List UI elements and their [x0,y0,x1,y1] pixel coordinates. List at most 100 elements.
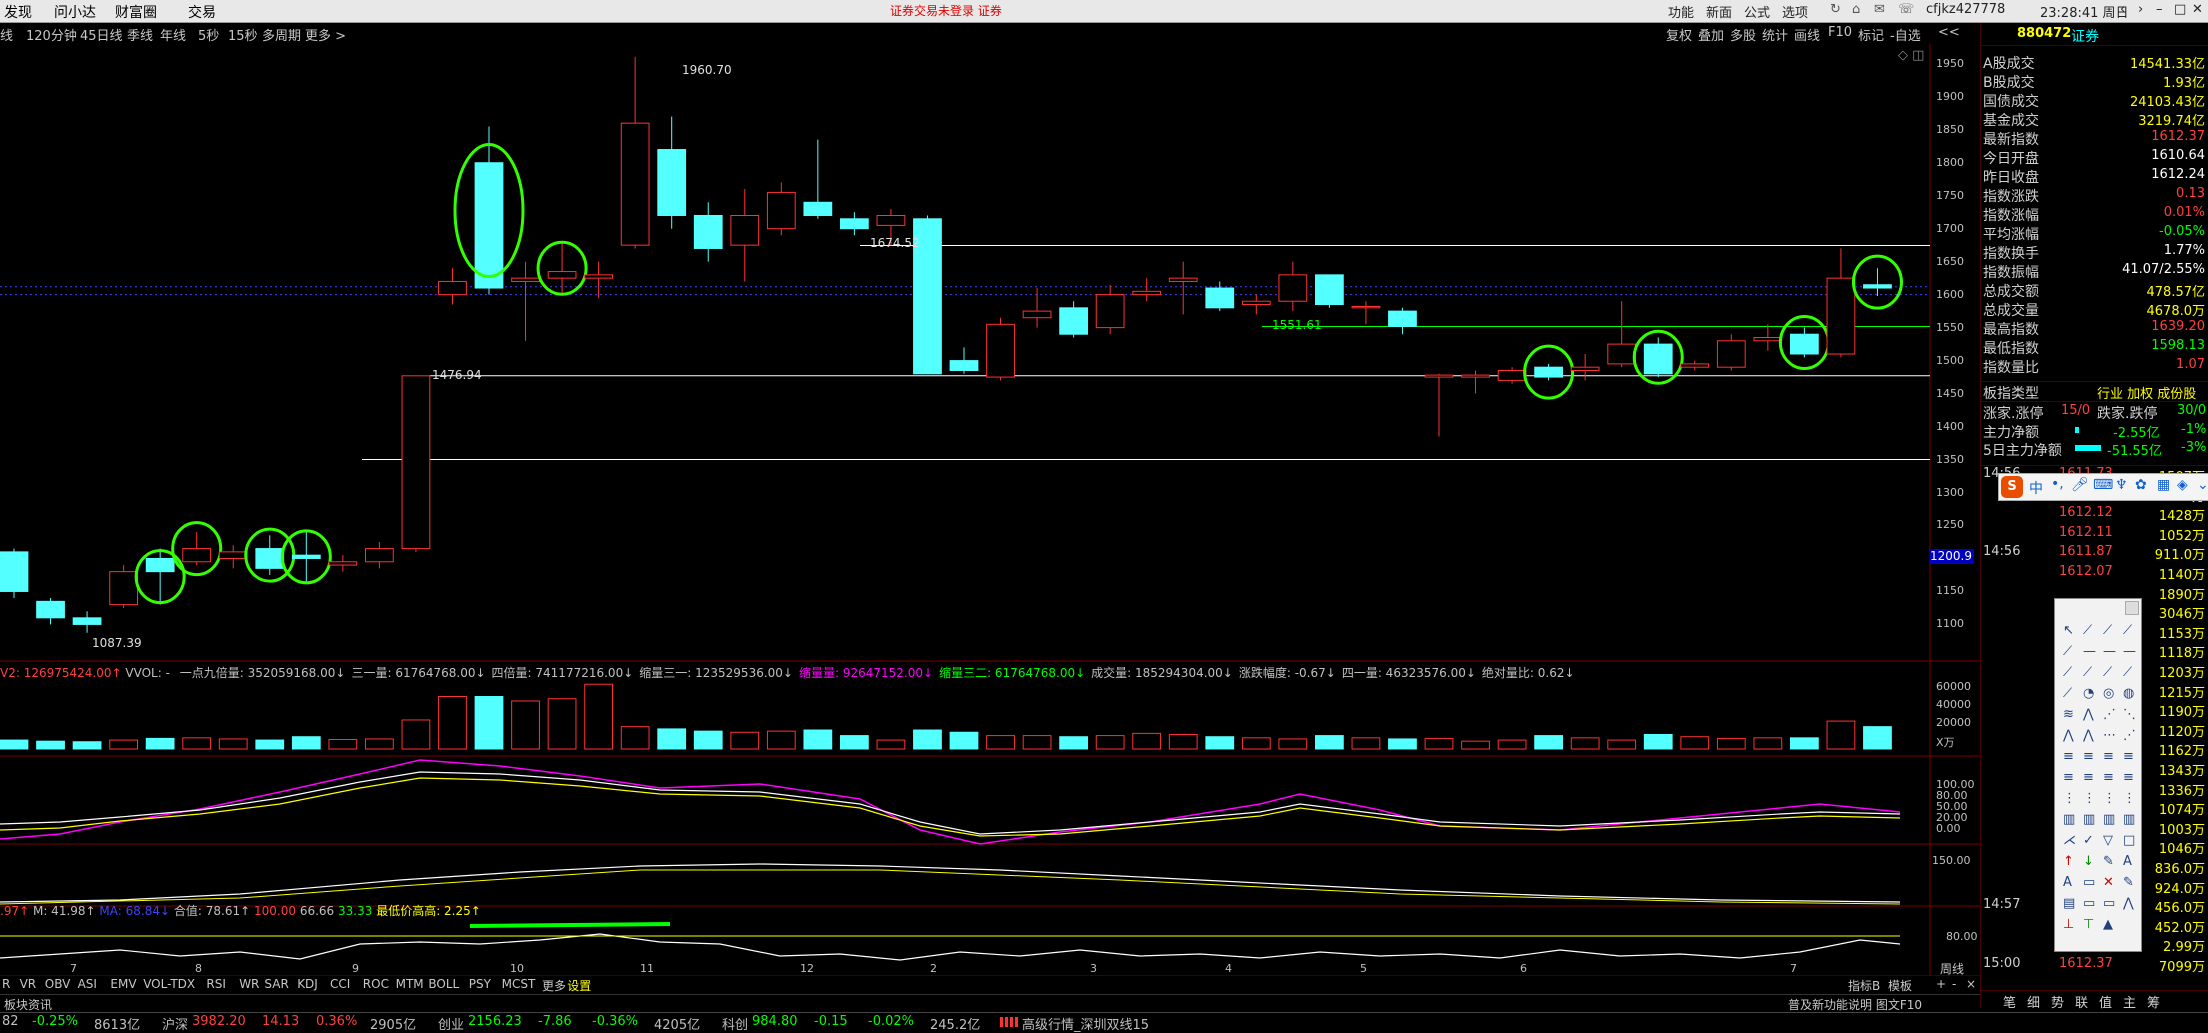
period-tab[interactable]: 多周期 [262,25,301,44]
period-tab[interactable]: 5秒 [198,25,219,44]
indicator-tab[interactable]: CCI [330,977,350,991]
drawing-tool-icon[interactable]: ≡ [2123,749,2134,764]
ime-punct-icon[interactable]: •, [2051,476,2064,492]
drawing-tool-icon[interactable]: ⟋ [2103,623,2112,638]
tool-draw-line[interactable]: 画线 [1794,25,1820,44]
indicator-tab[interactable]: OBV [45,977,71,991]
drawing-tool-icon[interactable]: ⟋ [2063,644,2072,659]
tool-overlay[interactable]: 叠加 [1698,25,1724,44]
panel-tab[interactable]: 筹 [2147,992,2160,1011]
status-item[interactable]: 高级行情_深圳双线15 [1022,1014,1149,1033]
drawing-tool-icon[interactable]: ▽ [2103,833,2113,848]
indicator-tab[interactable]: VOL-TDX [143,977,195,991]
drawing-tool-icon[interactable]: ≡ [2103,770,2114,785]
back-icon[interactable]: ‹ [2120,2,2125,17]
minimize-icon[interactable]: – [2156,2,2163,17]
user-id[interactable]: cfjkz427778 [1926,2,2005,17]
drawing-tool-icon[interactable]: ⊥ [2063,917,2074,932]
drawing-tool-icon[interactable]: ↖ [2063,623,2074,638]
drawing-tool-icon[interactable]: ⋰ [2103,707,2116,722]
add-tab-button[interactable]: + [1936,977,1946,991]
drawing-tool-icon[interactable]: ⋮ [2063,791,2076,806]
drawing-tool-icon[interactable]: ▭ [2103,896,2115,911]
palette-close-icon[interactable] [2125,601,2139,615]
indicator-tab[interactable]: R [2,977,10,991]
drawing-tool-icon[interactable]: ⟋ [2123,665,2132,680]
week-label[interactable]: 周线 [1940,960,1964,977]
drawing-tool-icon[interactable]: ▤ [2063,896,2075,911]
period-tab[interactable]: 年线 [160,25,186,44]
tool-statistics[interactable]: 统计 [1762,25,1788,44]
refresh-icon[interactable]: ↻ [1830,2,1841,17]
drawing-tool-icon[interactable]: ⋮ [2083,791,2096,806]
drawing-tool-icon[interactable]: ▥ [2123,812,2135,827]
drawing-tool-icon[interactable]: ⋮ [2103,791,2116,806]
mail-icon[interactable]: ✉ [1874,2,1885,17]
menu-ask[interactable]: 问小达 [54,2,96,22]
menu-formula[interactable]: 公式 [1744,2,1770,21]
indicator-tab[interactable]: ROC [363,977,389,991]
tool-self-select[interactable]: -自选 [1890,25,1921,44]
drawing-tool-icon[interactable]: ⊤ [2083,917,2094,932]
new-feature-link[interactable]: 普及新功能说明 图文F10 [1788,996,1922,1013]
tool-collapse[interactable]: << [1938,25,1960,40]
drawing-tool-icon[interactable]: — [2103,644,2116,659]
drawing-tool-icon[interactable]: ≡ [2083,770,2094,785]
ime-mode-icon[interactable]: 中 [2029,478,2043,498]
close-icon[interactable]: ✕ [2192,2,2203,17]
panel-tab[interactable]: 联 [2075,992,2088,1011]
drawing-tool-icon[interactable]: ⋀ [2063,728,2074,743]
drawing-tool-icon[interactable]: ✓ [2083,833,2094,848]
drawing-tool-icon[interactable]: A [2123,854,2132,869]
chart-area[interactable] [0,44,1980,976]
drawing-tool-icon[interactable]: ⋀ [2123,896,2134,911]
drawing-tool-icon[interactable]: ≡ [2063,749,2074,764]
menu-discover[interactable]: 发现 [4,2,32,22]
drawing-tool-icon[interactable]: ⟋ [2103,665,2112,680]
indicator-tab[interactable]: MTM [396,977,424,991]
period-more[interactable]: 更多 > [305,25,346,44]
phone-icon[interactable]: ☏ [1898,2,1914,17]
sector-news-tab[interactable]: 板块资讯 [4,996,52,1013]
drawing-tool-icon[interactable]: ⟋ [2063,665,2072,680]
indicator-b-tab[interactable]: 指标B [1848,977,1880,994]
panel-tab[interactable]: 势 [2051,992,2064,1011]
ime-mic-icon[interactable]: 🎤︎ [2071,477,2089,493]
drawing-tool-icon[interactable]: ⋀ [2083,707,2094,722]
drawing-tool-icon[interactable]: ▲ [2103,917,2113,932]
drawing-tool-icon[interactable]: ▭ [2083,896,2095,911]
drawing-tool-icon[interactable]: ⋰ [2123,728,2136,743]
drawing-tool-icon[interactable]: ▭ [2083,875,2095,890]
maximize-icon[interactable]: □ [2174,2,2186,17]
drawing-tool-icon[interactable]: ≋ [2063,707,2074,722]
drawing-tool-icon[interactable]: ≡ [2063,770,2074,785]
period-tab[interactable]: 45日线 [80,25,123,44]
chart-config-icon[interactable]: ◇ ◫ [1898,48,1924,63]
period-tab[interactable]: 120分钟 [26,25,77,44]
drawing-tool-icon[interactable]: — [2123,644,2136,659]
indicator-tab[interactable]: VR [20,977,37,991]
period-tab[interactable]: 线 [0,25,13,44]
indicator-tab[interactable]: ASI [78,977,97,991]
drawing-tool-icon[interactable]: ▥ [2103,812,2115,827]
template-tab[interactable]: 模板 [1888,977,1912,994]
tool-restore-rights[interactable]: 复权 [1666,25,1692,44]
drawing-tool-icon[interactable]: — [2083,644,2096,659]
panel-tab[interactable]: 值 [2099,992,2112,1011]
drawing-tool-icon[interactable]: ≡ [2123,770,2134,785]
menu-trade[interactable]: 交易 [188,2,216,22]
drawing-tool-icon[interactable]: □ [2123,833,2135,848]
menu-new-face[interactable]: 新面 [1706,2,1732,21]
indicator-tab[interactable]: BOLL [428,977,459,991]
indicator-tab[interactable]: RSI [206,977,226,991]
panel-tab[interactable]: 笔 [2003,992,2016,1011]
drawing-tool-icon[interactable]: ⋌ [2063,833,2076,848]
indicator-tab[interactable]: WR [239,977,259,991]
menu-function[interactable]: 功能 [1668,2,1694,21]
drawing-tool-icon[interactable]: ✎ [2103,854,2114,869]
drawing-tool-icon[interactable]: ⟋ [2083,623,2092,638]
indicator-tab[interactable]: PSY [469,977,491,991]
drawing-tool-icon[interactable]: ⟋ [2123,623,2132,638]
period-tab[interactable]: 季线 [127,25,153,44]
ime-tool-icon[interactable]: ◈ [2177,477,2188,493]
